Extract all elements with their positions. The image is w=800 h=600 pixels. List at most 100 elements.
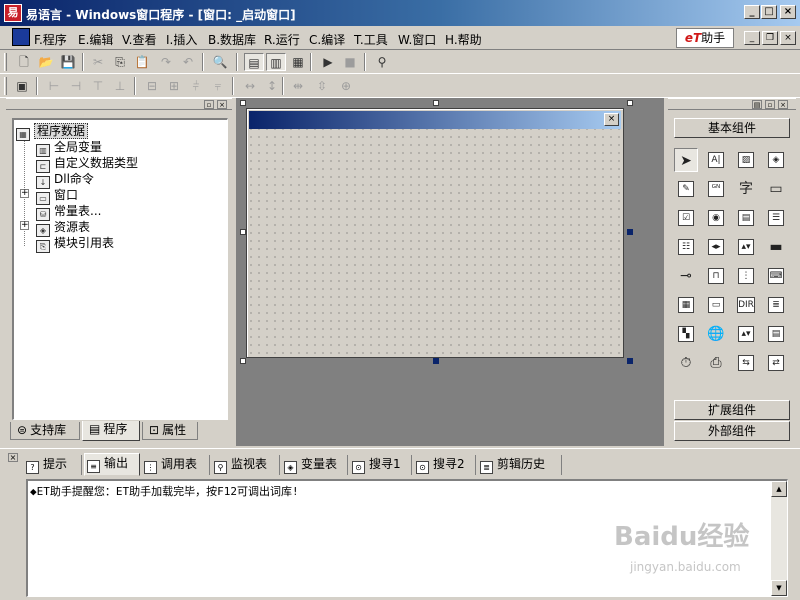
- resize-handle[interactable]: [627, 358, 633, 364]
- maximize-button[interactable]: □: [761, 5, 777, 19]
- tab-search1[interactable]: ⊙ 搜寻1: [350, 455, 412, 475]
- resize-handle[interactable]: [433, 100, 439, 106]
- resize-handle[interactable]: [627, 229, 633, 235]
- toolbox-restore-button[interactable]: ▫: [765, 100, 775, 109]
- scroll-up-button[interactable]: ▲: [771, 481, 787, 497]
- calendar-icon[interactable]: ▦: [674, 293, 698, 317]
- save-icon[interactable]: 💾: [58, 53, 78, 71]
- timer-control-icon[interactable]: ⋮: [734, 264, 758, 288]
- spin-icon[interactable]: ▴▾: [734, 322, 758, 346]
- radio-button-icon[interactable]: ◉: [704, 206, 728, 230]
- network-icon[interactable]: 🌐: [704, 322, 728, 346]
- menu-help[interactable]: H.帮助: [445, 31, 482, 48]
- tab-search2[interactable]: ⊙ 搜寻2: [414, 455, 476, 475]
- center-vertical-icon[interactable]: ⊞: [164, 77, 184, 95]
- menu-edit[interactable]: E.编辑: [78, 31, 113, 48]
- menu-program[interactable]: F.程序: [34, 31, 67, 48]
- combo-box-icon[interactable]: ▤: [734, 206, 758, 230]
- tab-hint[interactable]: ? 提示: [24, 455, 82, 475]
- toolbox-close-button[interactable]: ×: [778, 100, 788, 109]
- edit-box-icon[interactable]: ✎: [674, 177, 698, 201]
- same-width-icon[interactable]: ↔: [240, 77, 260, 95]
- tab-control-icon[interactable]: ⊓: [704, 264, 728, 288]
- cut-icon[interactable]: ✂: [88, 53, 108, 71]
- file-box-icon[interactable]: ≣: [764, 293, 788, 317]
- new-file-icon[interactable]: 🗋: [14, 53, 34, 71]
- make-same-width-icon[interactable]: ⇹: [288, 77, 308, 95]
- tab-clip-history[interactable]: ≣ 剪辑历史: [478, 455, 562, 475]
- redo-icon[interactable]: ↷: [156, 53, 176, 71]
- program-tree[interactable]: ▦ 程序数据 ▥ 全局变量 ⊏ 自定义数据类型 ↓ Dll命令 + ▭ 窗口 ⛁ 常量表... + ◈ 资源…: [12, 118, 228, 420]
- minimize-button[interactable]: _: [744, 5, 760, 19]
- color-picker-icon[interactable]: ▚: [674, 322, 698, 346]
- document-icon[interactable]: [12, 28, 30, 46]
- align-right-icon[interactable]: ⊣: [66, 77, 86, 95]
- binoculars-icon[interactable]: ⚲: [372, 53, 392, 71]
- tree-root[interactable]: ▦ 程序数据: [16, 122, 89, 141]
- tree-item[interactable]: ▭ 窗口: [36, 186, 78, 205]
- tree-item[interactable]: ⎘ 模块引用表: [36, 234, 114, 253]
- shape-icon[interactable]: ◈: [764, 148, 788, 172]
- clock-icon[interactable]: ⏱: [674, 351, 698, 375]
- extended-components-button[interactable]: 扩展组件: [674, 400, 790, 420]
- output-scrollbar[interactable]: ▲ ▼: [771, 481, 787, 596]
- app-icon[interactable]: 易: [4, 4, 22, 22]
- space-down-icon[interactable]: ⫧: [208, 77, 228, 95]
- mdi-restore-button[interactable]: ❐: [762, 31, 778, 45]
- list-box-icon[interactable]: ☰: [764, 206, 788, 230]
- menu-insert[interactable]: I.插入: [166, 31, 197, 48]
- title-bar[interactable]: 易 易语言 - Windows窗口程序 - [窗口: _启动窗口] _ □ ×: [0, 0, 800, 26]
- tab-watch[interactable]: ⚲ 监视表: [212, 455, 280, 475]
- progress-bar-icon[interactable]: ▬: [764, 235, 788, 259]
- mdi-close-button[interactable]: ×: [780, 31, 796, 45]
- tree-item[interactable]: ▥ 全局变量: [36, 138, 102, 157]
- tab-variable-table[interactable]: ◈ 变量表: [282, 455, 348, 475]
- horizontal-scrollbar-icon[interactable]: ◂▸: [704, 235, 728, 259]
- mdi-minimize-button[interactable]: _: [744, 31, 760, 45]
- tab-output[interactable]: ≡ 输出: [84, 453, 140, 476]
- form-close-button[interactable]: ×: [604, 113, 619, 126]
- align-bottom-icon[interactable]: ⊥: [110, 77, 130, 95]
- undo-icon[interactable]: ↶: [178, 53, 198, 71]
- drive-box-icon[interactable]: DIR: [734, 293, 758, 317]
- checkbox-icon[interactable]: ☑: [674, 206, 698, 230]
- picture-box-icon[interactable]: ▨: [734, 148, 758, 172]
- layout-2-icon[interactable]: ▥: [266, 53, 286, 71]
- date-picker-icon[interactable]: ▭: [704, 293, 728, 317]
- same-height-icon[interactable]: ↕: [262, 77, 282, 95]
- button-icon[interactable]: ▭: [764, 177, 788, 201]
- run-icon[interactable]: ▶: [318, 53, 338, 71]
- menu-view[interactable]: V.查看: [122, 31, 156, 48]
- open-folder-icon[interactable]: 📂: [36, 53, 56, 71]
- toolbox-menu-button[interactable]: ▤: [752, 100, 762, 109]
- close-button[interactable]: ×: [780, 5, 796, 19]
- printer-icon[interactable]: ⎙: [704, 351, 728, 375]
- panel-close-button[interactable]: ×: [217, 100, 227, 109]
- copy-icon[interactable]: ⎘: [110, 53, 130, 71]
- resize-handle[interactable]: [240, 358, 246, 364]
- resize-handle[interactable]: [627, 100, 633, 106]
- hotkey-icon[interactable]: ⌨: [764, 264, 788, 288]
- menu-compile[interactable]: C.编译: [309, 31, 345, 48]
- align-left-icon[interactable]: ⊢: [44, 77, 64, 95]
- grid-icon[interactable]: ▤: [764, 322, 788, 346]
- checklist-box-icon[interactable]: ☷: [674, 235, 698, 259]
- tab-call-table[interactable]: ⋮ 调用表: [142, 455, 210, 475]
- align-top-icon[interactable]: ⊤: [88, 77, 108, 95]
- stop-icon[interactable]: ■: [340, 53, 360, 71]
- paste-icon[interactable]: 📋: [132, 53, 152, 71]
- tab-library[interactable]: ⊜ 支持库: [10, 422, 80, 440]
- startup-window-form[interactable]: ×: [246, 108, 624, 358]
- toolbar-grip[interactable]: [4, 77, 7, 95]
- basic-components-button[interactable]: 基本组件: [674, 118, 790, 138]
- center-horizontal-icon[interactable]: ⊟: [142, 77, 162, 95]
- menu-database[interactable]: B.数据库: [208, 31, 256, 48]
- menu-run[interactable]: R.运行: [264, 31, 300, 48]
- scroll-down-button[interactable]: ▼: [771, 580, 787, 596]
- output-panel-close-button[interactable]: ×: [8, 453, 18, 462]
- label-icon[interactable]: A|: [704, 148, 728, 172]
- vertical-scrollbar-icon[interactable]: ▴▾: [734, 235, 758, 259]
- image-frame-icon[interactable]: ᴳᴺ: [704, 177, 728, 201]
- tree-expander[interactable]: +: [20, 189, 29, 198]
- form-caption-bar[interactable]: ×: [249, 111, 621, 129]
